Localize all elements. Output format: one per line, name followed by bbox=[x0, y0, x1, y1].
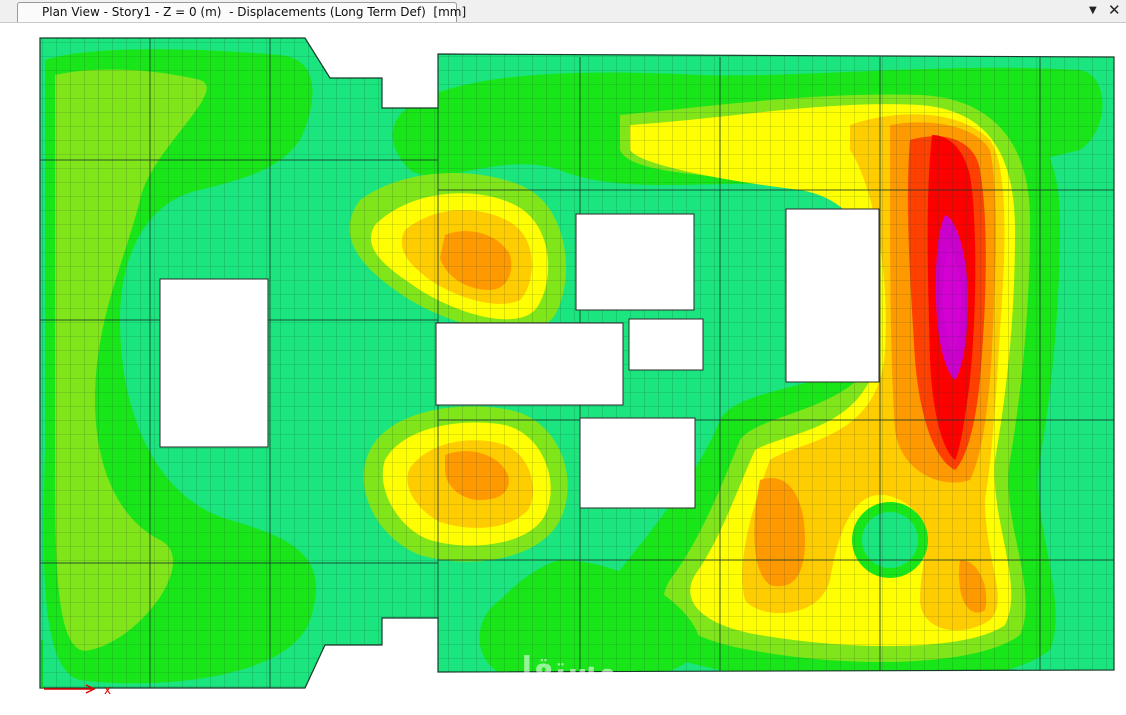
opening-mid-center bbox=[435, 322, 624, 406]
tab-title: Plan View - Story1 - Z = 0 (m) - Displac… bbox=[42, 5, 467, 19]
opening-right bbox=[785, 208, 880, 383]
x-axis-label: x bbox=[104, 683, 111, 697]
displacement-contour-plot: x bbox=[39, 37, 1115, 697]
document-tab-bar: Plan View - Story1 - Z = 0 (m) - Displac… bbox=[0, 0, 1126, 23]
plan-view-tab[interactable]: Plan View - Story1 - Z = 0 (m) - Displac… bbox=[17, 2, 466, 22]
plan-view-canvas[interactable]: x مستقل mostaql.com bbox=[0, 23, 1126, 711]
opening-mid-bottom bbox=[579, 417, 696, 509]
opening-mid-small bbox=[628, 318, 704, 371]
opening-mid-top bbox=[575, 213, 695, 311]
close-icon[interactable]: ✕ bbox=[1108, 1, 1121, 19]
chevron-down-icon[interactable]: ▼ bbox=[1089, 5, 1097, 16]
opening-left bbox=[159, 278, 269, 448]
